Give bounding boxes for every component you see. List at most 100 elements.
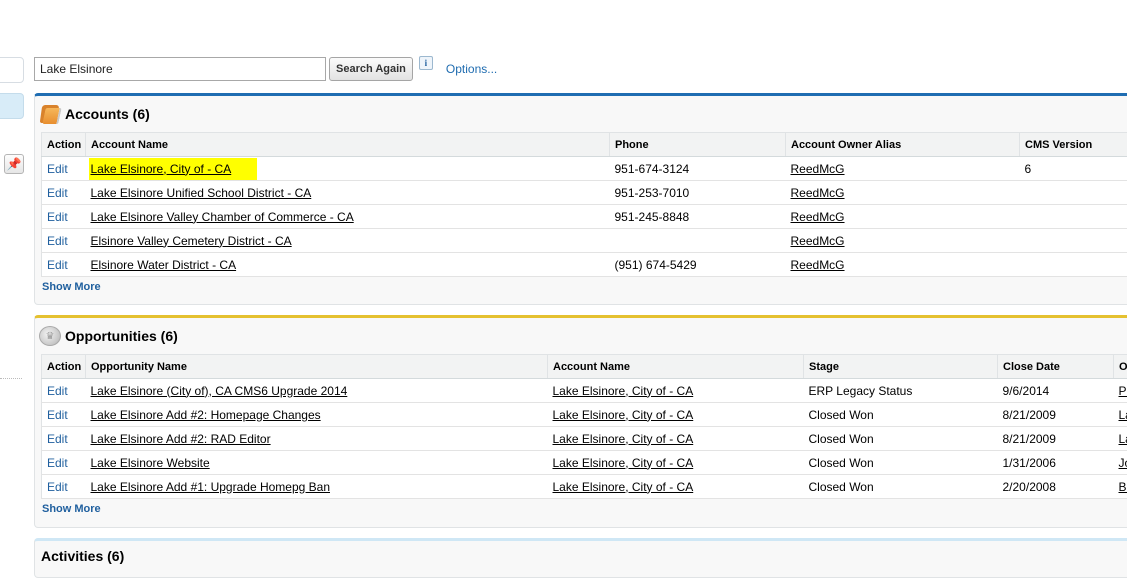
column-header[interactable]: Close Date [998, 355, 1114, 379]
stage-cell: Closed Won [804, 403, 998, 427]
column-header[interactable]: Stage [804, 355, 998, 379]
activities-title: Activities (6) [41, 548, 124, 564]
opportunity-link[interactable]: Lake Elsinore Website [91, 456, 210, 470]
owner-link[interactable]: ReedMcG [791, 186, 845, 200]
owner-link[interactable]: ReedMcG [791, 210, 845, 224]
account-link[interactable]: Lake Elsinore, City of - CA [553, 384, 694, 398]
table-row: Edit Elsinore Water District - CA (951) … [42, 253, 1127, 277]
edit-link[interactable]: Edit [47, 258, 68, 272]
column-header[interactable]: Opportunity Name [86, 355, 548, 379]
opportunities-title: Opportunities (6) [65, 328, 178, 344]
search-bar: Search Again i Options... [34, 57, 497, 81]
pin-button[interactable]: 📌 [4, 154, 24, 174]
account-link[interactable]: Lake Elsinore Valley Chamber of Commerce… [91, 210, 354, 224]
close-date-cell: 8/21/2009 [998, 427, 1114, 451]
table-row: Edit Lake Elsinore, City of - CA 951-674… [42, 157, 1127, 181]
column-header[interactable]: Action [42, 355, 86, 379]
account-link[interactable]: Lake Elsinore, City of - CA [553, 408, 694, 422]
accounts-table: Action Account Name Phone Account Owner … [41, 132, 1127, 277]
account-link[interactable]: Lake Elsinore, City of - CA [553, 432, 694, 446]
opportunity-link[interactable]: Lake Elsinore (City of), CA CMS6 Upgrade… [91, 384, 348, 398]
search-input[interactable] [34, 57, 326, 81]
show-more-opportunities-link[interactable]: Show More [42, 503, 1127, 515]
cms-version-cell [1020, 205, 1127, 229]
close-date-cell: 9/6/2014 [998, 379, 1114, 403]
table-header: Action Opportunity Name Account Name Sta… [42, 355, 1127, 379]
search-highlight: Lake Elsinore, City of - CA [89, 158, 258, 181]
column-header[interactable]: CMS Version [1020, 133, 1127, 157]
table-row: Edit Lake Elsinore Unified School Distri… [42, 181, 1127, 205]
edit-link[interactable]: Edit [47, 186, 68, 200]
account-link[interactable]: Elsinore Water District - CA [91, 258, 237, 272]
column-header[interactable]: Op [1114, 355, 1127, 379]
accounts-title: Accounts (6) [65, 106, 150, 122]
account-link[interactable]: Lake Elsinore Unified School District - … [91, 186, 312, 200]
stage-cell: Closed Won [804, 451, 998, 475]
owner-link[interactable]: ReedMcG [791, 234, 845, 248]
close-date-cell: 2/20/2008 [998, 475, 1114, 499]
opportunity-link[interactable]: Lake Elsinore Add #2: RAD Editor [91, 432, 271, 446]
table-row: Edit Lake Elsinore (City of), CA CMS6 Up… [42, 379, 1127, 403]
edit-link[interactable]: Edit [47, 432, 68, 446]
account-link[interactable]: Elsinore Valley Cemetery District - CA [91, 234, 292, 248]
close-date-cell: 8/21/2009 [998, 403, 1114, 427]
accounts-section: Accounts (6) Action Account Name Phone A… [34, 93, 1127, 305]
phone-cell: 951-253-7010 [610, 181, 786, 205]
column-header[interactable]: Phone [610, 133, 786, 157]
search-again-button[interactable]: Search Again [329, 57, 413, 81]
sidebar-divider [0, 378, 22, 379]
opportunities-table: Action Opportunity Name Account Name Sta… [41, 354, 1127, 499]
table-row: Edit Lake Elsinore Add #2: RAD Editor La… [42, 427, 1127, 451]
opportunity-link[interactable]: Lake Elsinore Add #1: Upgrade Homepg Ban [91, 480, 331, 494]
phone-cell [610, 229, 786, 253]
table-row: Edit Elsinore Valley Cemetery District -… [42, 229, 1127, 253]
table-row: Edit Lake Elsinore Add #1: Upgrade Homep… [42, 475, 1127, 499]
owner-link[interactable]: Br [1119, 480, 1127, 494]
owner-link[interactable]: La [1119, 432, 1127, 446]
opportunity-link[interactable]: Lake Elsinore Add #2: Homepage Changes [91, 408, 321, 422]
pin-icon: 📌 [7, 157, 22, 171]
show-more-accounts-link[interactable]: Show More [42, 281, 1127, 293]
phone-cell: 951-674-3124 [610, 157, 786, 181]
edit-link[interactable]: Edit [47, 408, 68, 422]
account-link[interactable]: Lake Elsinore, City of - CA [91, 162, 232, 176]
sidebar-box-selected[interactable] [0, 93, 24, 119]
owner-link[interactable]: ReedMcG [791, 258, 845, 272]
cms-version-cell: 6 [1020, 157, 1127, 181]
stage-cell: ERP Legacy Status [804, 379, 998, 403]
phone-cell: (951) 674-5429 [610, 253, 786, 277]
edit-link[interactable]: Edit [47, 234, 68, 248]
cms-version-cell [1020, 253, 1127, 277]
stage-cell: Closed Won [804, 475, 998, 499]
owner-link[interactable]: Jo [1119, 456, 1127, 470]
options-link[interactable]: Options... [446, 62, 497, 76]
edit-link[interactable]: Edit [47, 210, 68, 224]
cms-version-cell [1020, 229, 1127, 253]
table-row: Edit Lake Elsinore Add #2: Homepage Chan… [42, 403, 1127, 427]
account-link[interactable]: Lake Elsinore, City of - CA [553, 456, 694, 470]
edit-link[interactable]: Edit [47, 162, 68, 176]
edit-link[interactable]: Edit [47, 384, 68, 398]
close-date-cell: 1/31/2006 [998, 451, 1114, 475]
phone-cell: 951-245-8848 [610, 205, 786, 229]
column-header[interactable]: Action [42, 133, 86, 157]
opportunities-section: ♛ Opportunities (6) Action Opportunity N… [34, 315, 1127, 528]
folder-icon [39, 104, 61, 124]
table-header: Action Account Name Phone Account Owner … [42, 133, 1127, 157]
info-icon[interactable]: i [419, 56, 433, 70]
account-link[interactable]: Lake Elsinore, City of - CA [553, 480, 694, 494]
column-header[interactable]: Account Owner Alias [786, 133, 1020, 157]
owner-link[interactable]: Pe [1119, 384, 1127, 398]
edit-link[interactable]: Edit [47, 480, 68, 494]
opportunity-coin-icon: ♛ [39, 326, 61, 346]
column-header[interactable]: Account Name [86, 133, 610, 157]
owner-link[interactable]: ReedMcG [791, 162, 845, 176]
table-row: Edit Lake Elsinore Website Lake Elsinore… [42, 451, 1127, 475]
stage-cell: Closed Won [804, 427, 998, 451]
cms-version-cell [1020, 181, 1127, 205]
owner-link[interactable]: La [1119, 408, 1127, 422]
column-header[interactable]: Account Name [548, 355, 804, 379]
edit-link[interactable]: Edit [47, 456, 68, 470]
table-row: Edit Lake Elsinore Valley Chamber of Com… [42, 205, 1127, 229]
sidebar-box[interactable] [0, 57, 24, 83]
